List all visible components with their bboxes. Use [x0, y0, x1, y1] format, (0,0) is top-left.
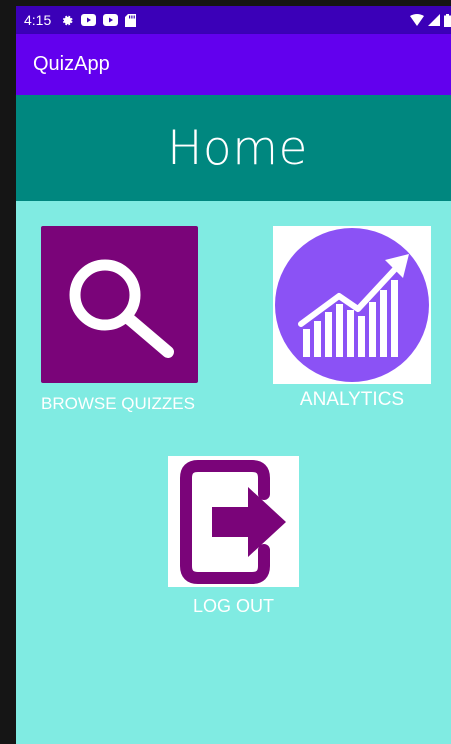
search-icon: [69, 259, 174, 358]
analytics-chart-icon: [275, 228, 429, 382]
sd-card-icon: [125, 13, 137, 27]
app-screen: 4:15 QuizApp Home BROWSE QUIZZES ANALYTI…: [16, 6, 451, 744]
status-time: 4:15: [24, 12, 52, 28]
signal-icon: [428, 14, 440, 26]
header-band: Home: [16, 95, 451, 201]
status-notification-icons: [61, 13, 137, 27]
log-out-label: LOG OUT: [192, 596, 274, 616]
analytics-button[interactable]: [273, 226, 431, 384]
device-frame: 4:15 QuizApp Home BROWSE QUIZZES ANALYTI…: [0, 0, 451, 744]
settings-icon: [63, 15, 73, 25]
browse-quizzes-label: BROWSE QUIZZES: [41, 394, 195, 413]
wifi-icon: [410, 14, 424, 26]
youtube-icon: [103, 14, 119, 26]
page-title: Home: [167, 120, 308, 176]
browse-quizzes-button[interactable]: [41, 226, 198, 383]
status-bar: 4:15: [16, 6, 451, 34]
app-title: QuizApp: [33, 53, 110, 75]
app-bar: QuizApp: [16, 34, 451, 95]
status-system-icons: [410, 6, 451, 34]
log-out-button[interactable]: [168, 456, 299, 587]
youtube-icon: [81, 14, 97, 26]
battery-icon: [444, 13, 451, 27]
analytics-label: ANALYTICS: [299, 389, 405, 410]
logout-icon: [180, 460, 286, 584]
